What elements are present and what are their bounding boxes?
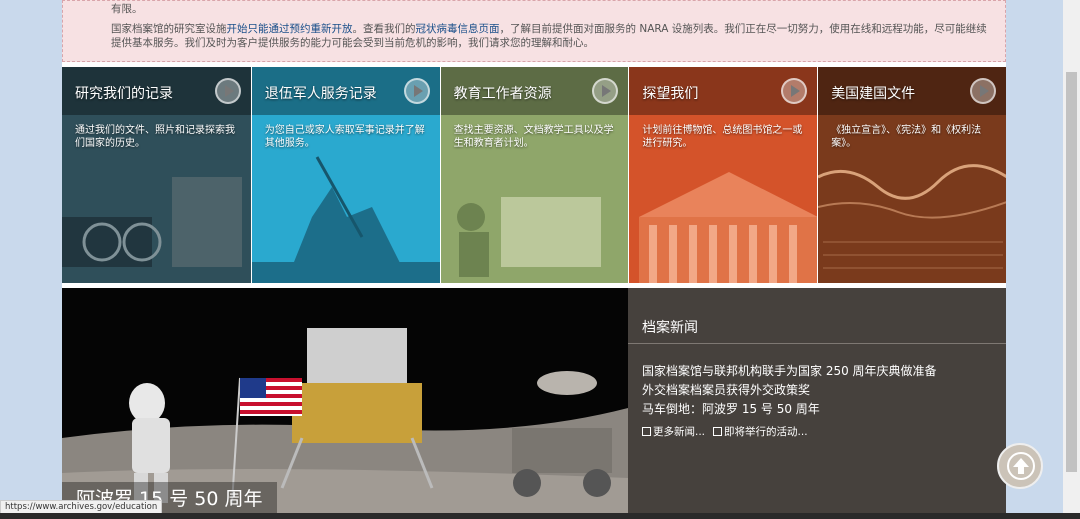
alert-text: 。查看我们的 <box>352 23 416 35</box>
news-list: 国家档案馆与联邦机构联手为国家 250 周年庆典做准备 外交档案档案员获得外交政… <box>642 362 937 419</box>
tile-description: 通过我们的文件、照片和记录探索我们国家的历史。 <box>75 125 235 149</box>
arrow-right-icon <box>403 78 430 104</box>
tile-title: 美国建国文件 <box>831 86 916 102</box>
news-item[interactable]: 国家档案馆与联邦机构联手为国家 250 周年庆典做准备 <box>642 362 937 381</box>
tile-educator-resources[interactable]: 教育工作者资源 查找主要资源、文档教学工具以及学生和教育者计划。 <box>439 67 629 283</box>
news-item[interactable]: 马车倒地：阿波罗 15 号 50 周年 <box>642 400 937 419</box>
reopening-link[interactable]: 开始只能通过预约重新开放 <box>227 23 353 35</box>
upcoming-events-label: 即将举行的活动... <box>724 426 808 438</box>
tile-veterans-records[interactable]: 退伍军人服务记录 为您自己或家人索取军事记录并了解其他服务。 <box>250 67 440 283</box>
more-news-link[interactable]: 更多新闻... <box>642 424 705 439</box>
alert-paragraph: 国家档案馆的研究室设施开始只能通过预约重新开放。查看我们的冠状病毒信息页面，了解… <box>111 22 993 50</box>
more-news-label: 更多新闻... <box>653 426 706 438</box>
tile-description: 《独立宣言》、《宪法》和《权利法案》。 <box>831 125 982 149</box>
arrow-right-icon <box>969 78 996 104</box>
archives-news-panel: 档案新闻 国家档案馆与联邦机构联手为国家 250 周年庆典做准备 外交档案档案员… <box>628 288 1006 519</box>
vertical-scrollbar[interactable] <box>1063 0 1080 519</box>
coronavirus-alert-banner: 有限。 国家档案馆的研究室设施开始只能通过预约重新开放。查看我们的冠状病毒信息页… <box>62 0 1006 62</box>
tile-title: 退伍军人服务记录 <box>264 86 377 102</box>
tile-visit-us[interactable]: 探望我们 计划前往博物馆、总统图书馆之一或进行研究。 <box>628 67 818 283</box>
arrow-right-icon <box>781 78 808 104</box>
tile-description: 查找主要资源、文档教学工具以及学生和教育者计划。 <box>453 125 614 149</box>
back-to-top-button[interactable] <box>997 443 1043 489</box>
tile-research-records[interactable]: 研究我们的记录 通过我们的文件、照片和记录探索我们国家的历史。 <box>62 67 251 283</box>
alert-text-top: 有限。 <box>111 3 143 15</box>
coronavirus-info-link[interactable]: 冠状病毒信息页面 <box>416 23 500 35</box>
calendar-icon <box>713 427 723 436</box>
tile-description: 计划前往博物馆、总统图书馆之一或进行研究。 <box>642 125 803 149</box>
tile-title: 研究我们的记录 <box>75 86 173 102</box>
arrow-up-icon <box>1007 452 1035 480</box>
news-links: 更多新闻... 即将举行的活动... <box>642 424 808 439</box>
scrollbar-thumb[interactable] <box>1066 72 1077 472</box>
feature-tiles: 研究我们的记录 通过我们的文件、照片和记录探索我们国家的历史。 退伍军人服务记录… <box>62 67 1006 283</box>
upcoming-events-link[interactable]: 即将举行的活动... <box>713 424 808 439</box>
arrow-right-icon <box>214 78 241 104</box>
alert-text: 国家档案馆的研究室设施 <box>111 23 227 35</box>
tile-title: 探望我们 <box>642 86 699 102</box>
news-item[interactable]: 外交档案档案员获得外交政策奖 <box>642 381 937 400</box>
taskbar <box>0 513 1080 519</box>
news-divider <box>628 343 1006 344</box>
tile-founding-documents[interactable]: 美国建国文件 《独立宣言》、《宪法》和《权利法案》。 <box>817 67 1006 283</box>
tile-title: 教育工作者资源 <box>453 86 552 102</box>
browser-status-url: https://www.archives.gov/education <box>0 500 163 514</box>
hero-apollo15[interactable]: 阿波罗 15 号 50 周年 <box>62 288 628 519</box>
newspaper-icon <box>642 427 651 436</box>
tile-description: 为您自己或家人索取军事记录并了解其他服务。 <box>264 125 425 149</box>
news-title: 档案新闻 <box>642 320 698 336</box>
